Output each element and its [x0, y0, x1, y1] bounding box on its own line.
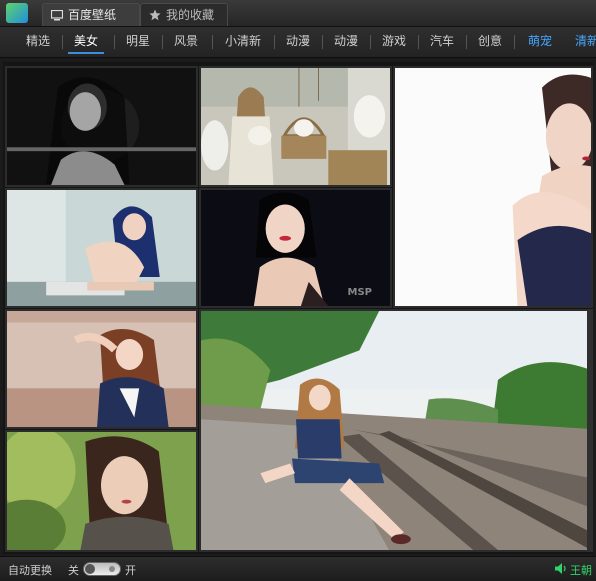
category-jingxuan[interactable]: 精选: [20, 31, 56, 51]
tab-label: 百度壁纸: [68, 8, 117, 22]
toggle-knob: [85, 564, 95, 574]
separator: [514, 35, 515, 49]
toggle-on-label: 开: [125, 564, 136, 577]
auto-change-toggle[interactable]: [83, 562, 121, 576]
category-mengchong[interactable]: 萌宠: [522, 31, 558, 51]
separator: [322, 35, 323, 49]
category-youxi[interactable]: 游戏: [376, 31, 412, 51]
separator: [114, 35, 115, 49]
wallpaper-image: [201, 68, 390, 185]
category-chuangyi[interactable]: 创意: [472, 31, 508, 51]
tab-baidu-wallpaper[interactable]: 百度壁纸: [42, 3, 140, 26]
wallpaper-image: [7, 432, 196, 550]
wallpaper-tile-dark-portrait[interactable]: MSP: [199, 188, 392, 308]
category-qingxin[interactable]: 清新: [572, 31, 596, 51]
wallpaper-tile-railway-girl[interactable]: [199, 309, 593, 552]
category-meinv[interactable]: 美女: [68, 31, 104, 54]
watermark: MSP: [347, 287, 372, 298]
speaker-icon[interactable]: [555, 563, 567, 574]
monitor-icon: [51, 9, 63, 20]
wallpaper-image: [7, 68, 196, 185]
separator: [466, 35, 467, 49]
separator: [370, 35, 371, 49]
wallpaper-tile-bw-portrait[interactable]: [5, 66, 198, 187]
category-dongman[interactable]: 动漫: [280, 31, 316, 51]
wallpaper-tile-sunlight-portrait[interactable]: [5, 309, 198, 429]
category-fengjing[interactable]: 风景: [168, 31, 204, 51]
category-mingxing[interactable]: 明星: [120, 31, 156, 51]
separator: [62, 35, 63, 49]
wallpaper-image: [395, 68, 591, 306]
gallery-edge: [587, 309, 593, 552]
category-qiche[interactable]: 汽车: [424, 31, 460, 51]
wallpaper-image: [7, 311, 196, 427]
bottom-status-bar: 自动更换 关 开 王朝: [0, 556, 596, 581]
separator: [418, 35, 419, 49]
star-icon: [149, 9, 161, 21]
wallpaper-image: [201, 311, 591, 550]
separator: [212, 35, 213, 49]
separator: [162, 35, 163, 49]
category-bar: 精选 美女 明星 风景 小清新 动漫 动漫 游戏 汽车 创意 萌宠 清新: [0, 27, 596, 58]
toggle-off-label: 关: [68, 564, 79, 577]
wallpaper-tile-strapless-dress[interactable]: [393, 66, 593, 308]
tab-label: 我的收藏: [166, 8, 215, 22]
wallpaper-gallery: MSP: [3, 62, 593, 554]
auto-change-label: 自动更换: [8, 564, 52, 577]
title-tab-bar: 百度壁纸 我的收藏: [0, 0, 596, 27]
tab-my-favorites[interactable]: 我的收藏: [140, 3, 228, 26]
category-dongman-2[interactable]: 动漫: [328, 31, 364, 51]
toggle-indicator: [109, 566, 115, 572]
app-logo-icon: [6, 3, 28, 23]
wallpaper-tile-blue-hair-sitting[interactable]: [5, 188, 198, 308]
separator: [274, 35, 275, 49]
wallpaper-tile-girl-with-dogs[interactable]: [199, 66, 392, 187]
now-playing-text[interactable]: 王朝: [570, 562, 596, 578]
wallpaper-image: [7, 190, 196, 306]
wallpaper-tile-green-portrait[interactable]: [5, 430, 198, 552]
category-xiaoqingxin[interactable]: 小清新: [218, 31, 268, 51]
